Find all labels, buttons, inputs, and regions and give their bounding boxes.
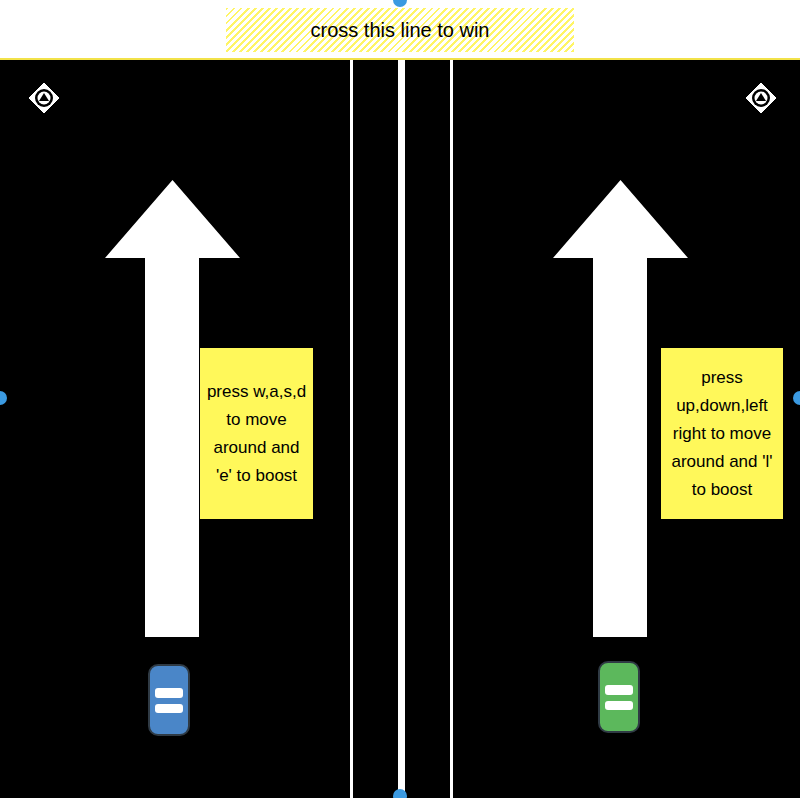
checkpoint-icon bbox=[27, 81, 61, 115]
lane-divider bbox=[450, 60, 453, 798]
median bbox=[353, 60, 398, 798]
selection-handle[interactable] bbox=[393, 789, 407, 798]
instructions-note: press up,down,left right to move around … bbox=[661, 348, 783, 519]
finish-banner: cross this line to win bbox=[226, 8, 574, 52]
road: press w,a,s,d to move around and 'e' to … bbox=[0, 60, 800, 798]
car[interactable] bbox=[148, 664, 190, 736]
car[interactable] bbox=[598, 661, 640, 733]
selection-handle[interactable] bbox=[793, 391, 800, 405]
selection-handle[interactable] bbox=[0, 391, 7, 405]
car-rear-window bbox=[605, 701, 633, 710]
lane: press w,a,s,d to move around and 'e' to … bbox=[0, 60, 350, 798]
car-windshield bbox=[155, 688, 183, 698]
instructions-note: press w,a,s,d to move around and 'e' to … bbox=[200, 348, 313, 519]
car-rear-window bbox=[155, 704, 183, 713]
finish-strip: cross this line to win bbox=[0, 0, 800, 60]
median bbox=[405, 60, 450, 798]
center-line bbox=[398, 60, 405, 798]
game-canvas: cross this line to win press w,a,s,d to m… bbox=[0, 0, 800, 798]
lane-divider bbox=[350, 60, 353, 798]
checkpoint-icon bbox=[744, 81, 778, 115]
car-windshield bbox=[605, 685, 633, 695]
lane: press up,down,left right to move around … bbox=[453, 60, 800, 798]
